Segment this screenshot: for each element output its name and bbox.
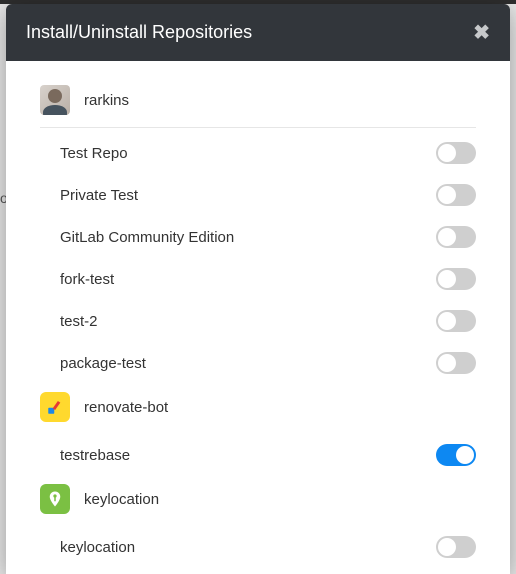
repo-name: fork-test <box>60 271 114 288</box>
repo-name: package-test <box>60 355 146 372</box>
repo-toggle[interactable] <box>436 310 476 332</box>
repo-toggle[interactable] <box>436 352 476 374</box>
modal-header: Install/Uninstall Repositories ✖ <box>6 4 510 61</box>
repo-toggle[interactable] <box>436 536 476 558</box>
repo-row: test-2 <box>40 300 476 342</box>
repo-row: Test Repo <box>40 132 476 174</box>
avatar <box>40 392 70 422</box>
owner-row-rarkins: rarkins <box>40 77 476 128</box>
modal-title: Install/Uninstall Repositories <box>26 22 252 43</box>
owner-row-keylocation: keylocation <box>40 476 476 526</box>
repo-row: package-test <box>40 342 476 384</box>
repo-toggle[interactable] <box>436 184 476 206</box>
install-repos-modal: Install/Uninstall Repositories ✖ rarkins… <box>6 4 510 574</box>
repo-name: GitLab Community Edition <box>60 229 234 246</box>
owner-row-renovate-bot: renovate-bot <box>40 384 476 434</box>
owner-name: renovate-bot <box>84 399 168 416</box>
pin-key-icon <box>46 490 64 508</box>
repo-row: testrebase <box>40 434 476 476</box>
repo-row: keylocation <box>40 526 476 568</box>
repo-name: Private Test <box>60 187 138 204</box>
repo-row: GitLab Community Edition <box>40 216 476 258</box>
repo-toggle[interactable] <box>436 268 476 290</box>
repo-name: keylocation <box>60 539 135 556</box>
brush-icon <box>46 398 64 416</box>
repo-name: test-2 <box>60 313 98 330</box>
repo-row: Private Test <box>40 174 476 216</box>
repo-toggle[interactable] <box>436 226 476 248</box>
repo-name: Test Repo <box>60 145 128 162</box>
owner-name: keylocation <box>84 491 159 508</box>
avatar <box>40 484 70 514</box>
close-icon[interactable]: ✖ <box>473 23 490 43</box>
repo-toggle[interactable] <box>436 142 476 164</box>
repo-row: fork-test <box>40 258 476 300</box>
modal-body: rarkins Test Repo Private Test GitLab Co… <box>6 61 510 574</box>
repo-name: testrebase <box>60 447 130 464</box>
owner-name: rarkins <box>84 92 129 109</box>
avatar <box>40 85 70 115</box>
repo-toggle[interactable] <box>436 444 476 466</box>
